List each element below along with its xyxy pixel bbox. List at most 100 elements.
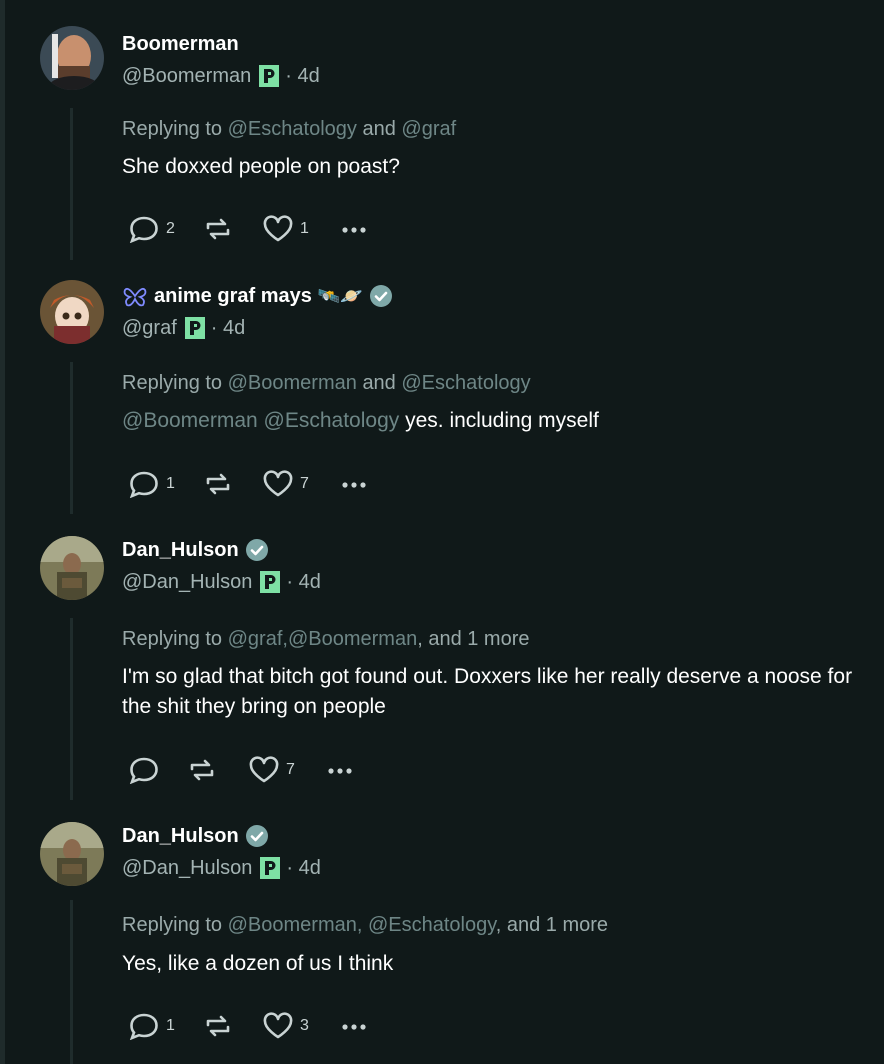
- verified-icon: [245, 539, 268, 561]
- mention-link[interactable]: @graf,: [228, 628, 288, 650]
- replying-to: Replying to @Eschatology and @graf: [122, 118, 456, 141]
- more-icon: [342, 227, 366, 233]
- display-name[interactable]: Boomerman: [122, 30, 864, 58]
- replying-to: Replying to @Boomerman and @Eschatology: [122, 372, 531, 395]
- butterfly-icon: [123, 287, 147, 307]
- action-bar: 2 1: [128, 213, 370, 245]
- heart-icon: [263, 215, 293, 242]
- replying-more[interactable]: , and 1 more: [417, 628, 529, 650]
- handle-row: @Boomerman · 4d: [122, 62, 864, 90]
- like-button[interactable]: 1: [262, 215, 338, 243]
- reply-button[interactable]: [128, 756, 186, 784]
- heart-icon: [249, 756, 279, 783]
- user-handle[interactable]: @graf: [122, 317, 177, 340]
- avatar[interactable]: [40, 536, 104, 600]
- repost-button[interactable]: [202, 1012, 262, 1040]
- display-name-text: Dan_Hulson: [122, 538, 239, 561]
- reply-icon: [129, 216, 158, 243]
- verified-icon: [245, 825, 268, 847]
- heart-icon: [263, 470, 293, 497]
- timestamp[interactable]: · 4d: [286, 571, 320, 594]
- mention-link[interactable]: @Eschatology: [228, 118, 357, 140]
- replying-to: Replying to @graf,@Boomerman, and 1 more: [122, 628, 530, 651]
- more-button[interactable]: [324, 756, 356, 784]
- post-header: Dan_Hulson @Dan_Hulson · 4d: [122, 536, 864, 596]
- verified-icon: [369, 285, 392, 307]
- post-body: She doxxed people on poast?: [122, 152, 860, 182]
- mention-link[interactable]: @Eschatology: [401, 372, 530, 394]
- display-name-text: Dan_Hulson: [122, 824, 239, 847]
- more-icon: [328, 768, 352, 774]
- replying-separator: and: [362, 372, 396, 394]
- replying-label: Replying to: [122, 372, 223, 394]
- post-body-text: yes. including myself: [405, 409, 599, 432]
- like-button[interactable]: 7: [248, 756, 324, 784]
- replying-label: Replying to: [122, 914, 223, 936]
- like-count: 3: [300, 1017, 309, 1034]
- action-bar: 1 3: [128, 1010, 370, 1042]
- post-body-text: She doxxed people on poast?: [122, 155, 400, 178]
- replying-to: Replying to @Boomerman, @Eschatology, an…: [122, 914, 608, 937]
- p-badge-icon: [184, 317, 205, 339]
- post-body: @Boomerman @Eschatology yes. including m…: [122, 406, 860, 436]
- display-name-text: anime graf mays: [154, 284, 312, 307]
- repost-button[interactable]: [202, 215, 262, 243]
- more-icon: [342, 482, 366, 488]
- repost-button[interactable]: [202, 470, 262, 498]
- mention-link[interactable]: @Eschatology: [368, 914, 496, 936]
- avatar-image-graf: [40, 280, 104, 344]
- like-count: 7: [286, 761, 295, 778]
- avatar-image-dan-hulson: [40, 822, 104, 886]
- post-body: I'm so glad that bitch got found out. Do…: [122, 662, 860, 722]
- reply-button[interactable]: 2: [128, 215, 202, 243]
- more-button[interactable]: [338, 470, 370, 498]
- reply-count: 1: [166, 475, 175, 492]
- reply-icon: [129, 471, 158, 498]
- p-badge-icon: [259, 65, 280, 87]
- post-body: Yes, like a dozen of us I think: [122, 949, 860, 979]
- post-header: Boomerman @Boomerman · 4d: [122, 30, 864, 90]
- display-name[interactable]: Dan_Hulson: [122, 822, 864, 850]
- thread-line: [70, 900, 73, 1064]
- user-handle[interactable]: @Dan_Hulson: [122, 571, 252, 594]
- user-handle[interactable]: @Dan_Hulson: [122, 857, 252, 880]
- avatar-image-dan-hulson: [40, 536, 104, 600]
- user-handle[interactable]: @Boomerman: [122, 65, 251, 88]
- replying-label: Replying to: [122, 628, 223, 650]
- more-button[interactable]: [338, 1012, 370, 1040]
- mention-link[interactable]: @Boomerman: [228, 372, 357, 394]
- body-mentions[interactable]: @Boomerman @Eschatology: [122, 409, 399, 432]
- avatar[interactable]: [40, 822, 104, 886]
- more-icon: [342, 1024, 366, 1030]
- p-badge-icon: [260, 857, 281, 879]
- repost-button[interactable]: [186, 756, 248, 784]
- mention-link[interactable]: @graf: [401, 118, 456, 140]
- avatar[interactable]: [40, 26, 104, 90]
- timestamp[interactable]: · 4d: [211, 317, 245, 340]
- mention-link[interactable]: @Boomerman,: [228, 914, 363, 936]
- repost-icon: [206, 218, 230, 240]
- replying-label: Replying to: [122, 118, 223, 140]
- like-button[interactable]: 7: [262, 470, 338, 498]
- like-button[interactable]: 3: [262, 1012, 338, 1040]
- reply-icon: [129, 757, 158, 784]
- more-button[interactable]: [338, 215, 370, 243]
- name-emoji: 🛰️🪐: [317, 285, 363, 306]
- handle-row: @Dan_Hulson · 4d: [122, 854, 864, 882]
- reply-button[interactable]: 1: [128, 1012, 202, 1040]
- replying-more[interactable]: , and 1 more: [496, 914, 608, 936]
- avatar[interactable]: [40, 280, 104, 344]
- reply-count: 1: [166, 1017, 175, 1034]
- mention-link[interactable]: @Boomerman: [288, 628, 417, 650]
- display-name[interactable]: anime graf mays 🛰️🪐: [122, 282, 864, 310]
- like-count: 7: [300, 475, 309, 492]
- timestamp[interactable]: · 4d: [285, 65, 319, 88]
- p-badge-icon: [260, 571, 281, 593]
- display-name[interactable]: Dan_Hulson: [122, 536, 864, 564]
- post-body-text: I'm so glad that bitch got found out. Do…: [122, 665, 853, 718]
- like-count: 1: [300, 220, 309, 237]
- heart-icon: [263, 1012, 293, 1039]
- timestamp[interactable]: · 4d: [286, 857, 320, 880]
- reply-count: 2: [166, 220, 175, 237]
- reply-button[interactable]: 1: [128, 470, 202, 498]
